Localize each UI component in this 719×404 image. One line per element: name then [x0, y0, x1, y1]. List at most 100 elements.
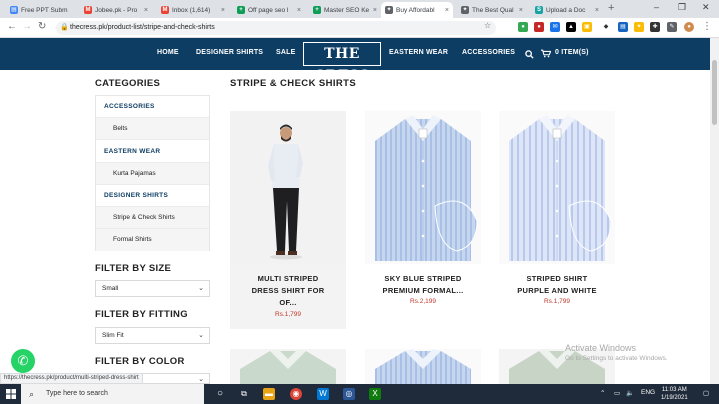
size-select-value: Small — [102, 285, 119, 292]
clock-date: 1/19/2021 — [661, 395, 688, 401]
close-icon[interactable]: × — [370, 7, 377, 14]
product-name[interactable]: MULTI STRIPED — [234, 273, 342, 285]
close-icon[interactable]: × — [218, 7, 225, 14]
file-explorer-icon[interactable]: ▬ — [263, 388, 275, 400]
browser-tab[interactable]: ✦ The Best Qual × — [457, 2, 527, 18]
fitting-select[interactable]: Slim Fit ⌄ — [95, 327, 210, 344]
tray-up-arrow-icon[interactable]: ⌃ — [600, 389, 605, 397]
product-image[interactable] — [230, 111, 346, 264]
browser-tab-active[interactable]: ✦ Buy Affordabl × — [381, 2, 453, 18]
close-icon[interactable]: × — [592, 7, 599, 14]
product-price: Rs.1,799 — [543, 298, 571, 305]
model-photo — [230, 111, 346, 264]
extension-icon[interactable]: ▣ — [582, 22, 592, 32]
notifications-icon[interactable]: ▢ — [703, 389, 709, 397]
product-name[interactable]: DRESS SHIRT FOR — [234, 285, 342, 297]
product-card[interactable]: MULTI STRIPED DRESS SHIRT FOR OF... Rs.1… — [230, 111, 346, 329]
tab-label: Free PPT Subm — [21, 6, 68, 14]
search-icon[interactable] — [525, 50, 534, 59]
browser-tab[interactable]: + Master SEO Ke × — [309, 2, 381, 18]
filter-fitting-heading: FILTER BY FITTING — [95, 309, 188, 320]
size-select[interactable]: Small ⌄ — [95, 280, 210, 297]
nav-eastern-wear[interactable]: EASTERN WEAR — [389, 49, 448, 56]
product-name[interactable]: OF... — [234, 297, 342, 309]
browser-tab[interactable]: M Inbox (1,614) × — [157, 2, 229, 18]
language-indicator[interactable]: ENG — [641, 389, 655, 396]
cart-icon[interactable] — [541, 49, 551, 58]
extension-icon[interactable]: ▤ — [618, 22, 628, 32]
category-belts[interactable]: Belts — [96, 118, 209, 140]
cart-count[interactable]: 0 ITEM(S) — [555, 49, 589, 56]
chevron-down-icon: ⌄ — [198, 285, 204, 292]
nav-sale[interactable]: SALE — [276, 49, 295, 56]
product-card[interactable] — [230, 349, 346, 384]
browser-tab[interactable]: + Off page seo l × — [233, 2, 305, 18]
extension-icon[interactable]: ● — [534, 22, 544, 32]
star-icon[interactable]: ☆ — [484, 21, 491, 30]
site-logo[interactable]: THE CRESS — [303, 42, 381, 84]
word-icon[interactable]: W — [317, 388, 329, 400]
url-field[interactable]: 🔒 thecress.pk/product-list/stripe-and-ch… — [56, 21, 496, 35]
extension-icon[interactable]: ◆ — [601, 22, 611, 32]
gmail-icon: M — [161, 6, 169, 14]
taskbar-search-placeholder: Type here to search — [46, 390, 108, 397]
excel-icon[interactable]: X — [369, 388, 381, 400]
whatsapp-chat-button[interactable]: ✆ — [11, 349, 35, 373]
cortana-icon[interactable]: ○ — [214, 388, 226, 400]
app-icon[interactable]: ◎ — [343, 388, 355, 400]
extension-icon[interactable]: ✦ — [634, 22, 644, 32]
product-card[interactable] — [365, 349, 481, 384]
forward-icon[interactable]: → — [22, 21, 32, 32]
task-view-icon[interactable]: ⧉ — [238, 388, 250, 400]
filter-size-heading: FILTER BY SIZE — [95, 263, 172, 274]
product-card[interactable]: SKY BLUE STRIPED PREMIUM FORMAL... Rs.2,… — [365, 111, 481, 311]
product-name[interactable]: SKY BLUE STRIPED — [369, 273, 477, 285]
maximize-icon[interactable]: ❐ — [678, 2, 686, 13]
reload-icon[interactable]: ↻ — [38, 21, 46, 32]
close-icon[interactable]: × — [294, 7, 301, 14]
category-formal-shirts[interactable]: Formal Shirts — [96, 229, 209, 251]
browser-tab[interactable]: ▤ Free PPT Subm × — [6, 2, 68, 18]
category-eastern-wear[interactable]: EASTERN WEAR — [96, 141, 209, 163]
category-accessories[interactable]: ACCESSORIES — [96, 96, 209, 118]
gmail-icon: M — [84, 6, 92, 14]
extension-icon[interactable]: ✉ — [550, 22, 560, 32]
chevron-down-icon: ⌄ — [198, 332, 204, 339]
category-designer-shirts[interactable]: DESIGNER SHIRTS — [96, 185, 209, 207]
scrollbar-thumb[interactable] — [712, 60, 717, 125]
chrome-icon[interactable]: ◉ — [290, 388, 302, 400]
close-window-icon[interactable]: ✕ — [702, 2, 710, 13]
browser-tab[interactable]: S Upload a Doc × — [531, 2, 603, 18]
windows-start-icon[interactable] — [6, 389, 16, 399]
extension-icon[interactable]: ▲ — [566, 22, 576, 32]
close-icon[interactable]: × — [141, 7, 148, 14]
nav-designer-shirts[interactable]: DESIGNER SHIRTS — [196, 49, 263, 56]
extension-icon[interactable]: ● — [518, 22, 528, 32]
close-icon[interactable]: × — [442, 7, 449, 14]
battery-icon[interactable]: ▭ — [614, 389, 620, 397]
extension-icon[interactable]: ✚ — [650, 22, 660, 32]
taskbar-search-input[interactable]: ⌕ Type here to search — [21, 384, 204, 404]
browser-tab[interactable]: M Jobee.pk - Pro × — [80, 2, 152, 18]
product-price: Rs.1,799 — [274, 311, 302, 318]
product-card[interactable]: STRIPED SHIRT PURPLE AND WHITE Rs.1,799 — [499, 111, 615, 311]
minimize-icon[interactable]: – — [654, 2, 659, 12]
avatar[interactable]: ● — [684, 22, 694, 32]
volume-icon[interactable]: 🔈 — [626, 389, 634, 397]
menu-icon[interactable]: ⋮ — [702, 21, 712, 32]
puzzle-icon[interactable]: ✎ — [667, 22, 677, 32]
product-image[interactable] — [365, 111, 481, 264]
nav-home[interactable]: HOME — [157, 49, 179, 56]
product-image[interactable] — [499, 111, 615, 264]
close-icon[interactable]: × — [516, 7, 523, 14]
category-kurta-pajamas[interactable]: Kurta Pajamas — [96, 163, 209, 185]
nav-accessories[interactable]: ACCESSORIES — [462, 49, 515, 56]
taskbar-clock[interactable]: 11:03 AM 1/19/2021 — [661, 386, 688, 402]
product-name[interactable]: PURPLE AND WHITE — [503, 285, 611, 297]
product-name[interactable]: STRIPED SHIRT — [503, 273, 611, 285]
product-name[interactable]: PREMIUM FORMAL... — [369, 285, 477, 297]
back-icon[interactable]: ← — [7, 21, 17, 32]
category-stripe-check-shirts[interactable]: Stripe & Check Shirts — [96, 207, 209, 229]
new-tab-button[interactable]: + — [608, 2, 614, 14]
close-icon[interactable]: × — [67, 7, 68, 14]
